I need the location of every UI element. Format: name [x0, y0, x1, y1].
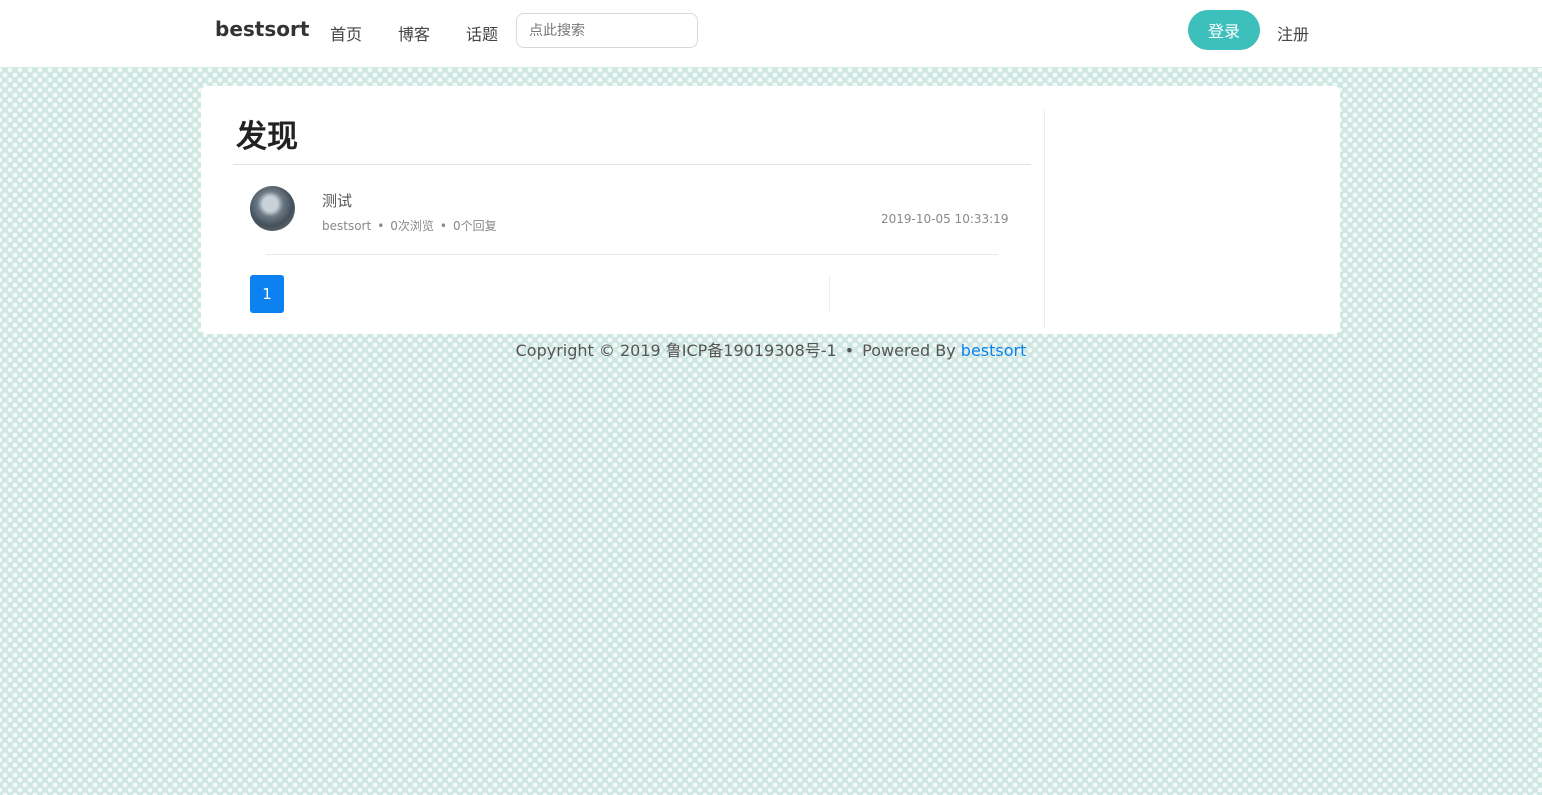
footer: Copyright © 2019 鲁ICP备19019308号-1 • Powere… — [0, 337, 1542, 361]
main-card: 发现 测试 bestsort • 0次浏览 • 0个回复 2019-10-05 10:3… — [201, 86, 1340, 334]
post-timestamp: 2019-10-05 10:33:19 — [881, 212, 1009, 226]
nav-link-blog[interactable]: 博客 — [398, 21, 430, 45]
nav-link-home[interactable]: 首页 — [330, 21, 362, 45]
meta-separator: • — [377, 219, 385, 233]
post-divider — [266, 254, 998, 255]
powered-by-text: Powered By — [862, 341, 956, 360]
nav-link-topics[interactable]: 话题 — [466, 21, 498, 45]
title-divider — [233, 164, 1031, 165]
search-input[interactable] — [516, 13, 698, 48]
sidebar-divider — [1044, 110, 1045, 328]
avatar[interactable] — [250, 186, 295, 231]
pagination-divider — [829, 275, 830, 312]
post-meta: bestsort • 0次浏览 • 0个回复 — [322, 217, 497, 234]
page-title: 发现 — [236, 119, 298, 155]
post-replies: 0个回复 — [453, 219, 497, 233]
copyright-text: Copyright © 2019 鲁ICP备19019308号-1 — [515, 341, 837, 360]
post-author-link[interactable]: bestsort — [322, 219, 371, 233]
post-title-link[interactable]: 测试 — [322, 190, 352, 211]
powered-by-link[interactable]: bestsort — [961, 341, 1027, 360]
post-views: 0次浏览 — [390, 219, 434, 233]
register-link[interactable]: 注册 — [1277, 21, 1309, 45]
meta-separator: • — [439, 219, 447, 233]
navbar: bestsort 首页 博客 话题 登录 注册 — [0, 0, 1542, 67]
pagination-page-1[interactable]: 1 — [250, 275, 284, 313]
footer-separator: • — [844, 341, 855, 360]
brand-logo[interactable]: bestsort — [215, 17, 309, 41]
login-button[interactable]: 登录 — [1188, 10, 1260, 50]
